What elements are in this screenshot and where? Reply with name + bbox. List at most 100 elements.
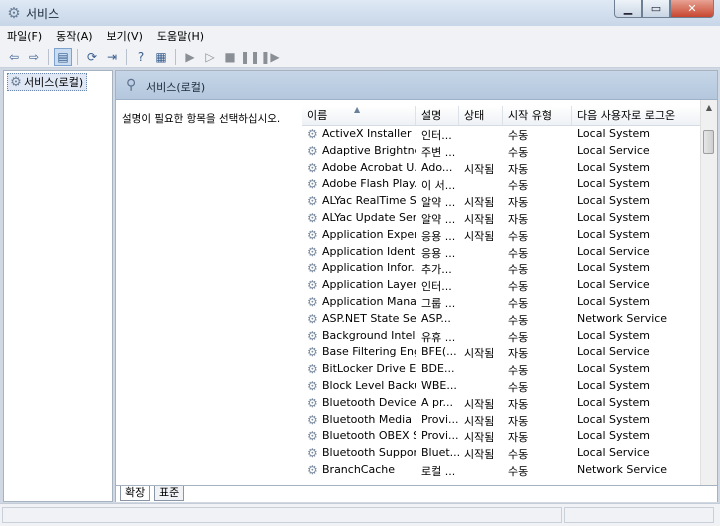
service-gear-icon: ⚙ (307, 227, 318, 242)
service-row[interactable]: ⚙ BranchCache 로컬 ... 수동 Network Service (302, 462, 702, 479)
service-name: Application Mana... (322, 294, 416, 308)
tree-item-services-local[interactable]: ⚙ 서비스(로컬) (7, 73, 88, 91)
service-row[interactable]: ⚙ Base Filtering Eng... BFE(... 시작됨 자동 Local … (302, 344, 702, 361)
scroll-up-icon[interactable]: ▲ (701, 100, 717, 116)
service-desc: 이 서... (421, 179, 456, 193)
service-row[interactable]: ⚙ BitLocker Drive E... BDE... 수동 Local Syste… (302, 361, 702, 378)
toolbar-separator (48, 48, 49, 65)
start-service-alt-button[interactable]: ▷ (201, 48, 219, 66)
service-row[interactable]: ⚙ Block Level Backu... WBE... 수동 Local Syste… (302, 378, 702, 395)
column-header-description[interactable]: 설명 (416, 106, 459, 125)
scroll-thumb[interactable] (703, 130, 714, 154)
restart-service-button[interactable]: ❚▶ (260, 48, 279, 66)
service-name: ASP.NET State Se... (322, 311, 416, 325)
service-row[interactable]: ⚙ Application Identity 응용 ... 수동 Local Servi… (302, 244, 702, 261)
service-desc: 주변 ... (421, 145, 456, 159)
service-gear-icon: ⚙ (307, 362, 318, 377)
refresh-button[interactable]: ⟳ (83, 48, 101, 66)
export-list-button[interactable]: ⇥ (103, 48, 121, 66)
service-row[interactable]: ⚙ Adobe Acrobat U... Ado... 시작됨 자동 Local Syst… (302, 160, 702, 177)
menu-file[interactable]: 파일(F) (0, 28, 49, 44)
pause-service-button[interactable]: ❚❚ (240, 48, 260, 66)
service-logon: Network Service (577, 462, 668, 476)
maximize-button[interactable]: ▭ (642, 0, 670, 18)
service-row[interactable]: ⚙ Adobe Flash Play... 이 서... 수동 Local System (302, 176, 702, 193)
services-panel: ⚲ 서비스(로컬) 설명이 필요한 항목을 선택하십시오. ▲ 이름 설명 상태… (115, 70, 718, 502)
service-row[interactable]: ⚙ Application Mana... 그룹 ... 수동 Local System (302, 294, 702, 311)
description-text: 설명이 필요한 항목을 선택하십시오. (122, 113, 281, 125)
service-name: ALYac RealTime S... (322, 194, 416, 208)
menu-help[interactable]: 도움말(H) (150, 28, 211, 44)
service-gear-icon: ⚙ (307, 244, 318, 259)
description-pane: 설명이 필요한 항목을 선택하십시오. (116, 100, 302, 485)
back-button[interactable]: ⇦ (5, 48, 23, 66)
service-row[interactable]: ⚙ ActiveX Installer (... 인터... 수동 Local Syst… (302, 126, 702, 143)
service-startup: 수동 (508, 448, 529, 462)
service-gear-icon: ⚙ (307, 177, 318, 192)
forward-button[interactable]: ⇨ (25, 48, 43, 66)
refresh-icon: ⟳ (86, 49, 98, 64)
service-gear-icon: ⚙ (307, 160, 318, 175)
service-row[interactable]: ⚙ Adaptive Brightness 주변 ... 수동 Local Servic… (302, 143, 702, 160)
close-button[interactable]: ✕ (670, 0, 714, 18)
close-icon: ✕ (687, 2, 697, 15)
vertical-scrollbar[interactable]: ▲ (700, 100, 717, 485)
column-header-log-on-as[interactable]: 다음 사용자로 로그온 (572, 106, 702, 125)
service-desc: Bluet... (421, 446, 459, 460)
tab-extended[interactable]: 확장 (120, 486, 151, 501)
service-desc: 응용 ... (421, 229, 456, 243)
service-gear-icon: ⚙ (307, 194, 318, 209)
service-name: BitLocker Drive E... (322, 362, 416, 376)
minimize-button[interactable]: ▁ (614, 0, 642, 18)
start-service-button[interactable]: ▶ (181, 48, 199, 66)
show-hide-tree-button[interactable]: ▤ (54, 47, 72, 66)
menu-action[interactable]: 동작(A) (49, 28, 99, 44)
help-button[interactable]: ? (132, 48, 150, 66)
play-icon: ▶ (185, 49, 195, 64)
menu-view[interactable]: 보기(V) (100, 28, 150, 44)
tab-standard[interactable]: 표준 (154, 486, 185, 501)
service-startup: 수동 (508, 246, 529, 260)
service-logon: Local System (577, 261, 651, 275)
service-name: Bluetooth Device ... (322, 395, 416, 409)
service-logon: Local Service (577, 278, 650, 292)
service-logon: Local Service (577, 244, 650, 258)
window-title: 서비스 (26, 7, 60, 21)
service-name: ALYac Update Ser... (322, 210, 416, 224)
services-rows: ⚙ ActiveX Installer (... 인터... 수동 Local Syst… (302, 126, 702, 479)
service-row[interactable]: ⚙ Application Layer ... 인터... 수동 Local Servi… (302, 277, 702, 294)
service-name: Application Layer ... (322, 278, 416, 292)
column-header-startup-type[interactable]: 시작 유형 (503, 106, 572, 125)
toolbar-separator (126, 48, 127, 65)
service-row[interactable]: ⚙ Bluetooth Media ... Provi... 시작됨 자동 Local S… (302, 412, 702, 429)
service-startup: 수동 (508, 263, 529, 277)
service-desc: Provi... (421, 412, 459, 426)
column-header-status[interactable]: 상태 (459, 106, 503, 125)
panel-title: 서비스(로컬) (146, 81, 206, 94)
service-logon: Local Service (577, 143, 650, 157)
properties-button[interactable]: ▦ (152, 48, 170, 66)
service-desc: 알약 ... (421, 212, 456, 226)
service-row[interactable]: ⚙ ALYac Update Ser... 알약 ... 시작됨 자동 Local Sys… (302, 210, 702, 227)
service-startup: 수동 (508, 464, 529, 478)
service-row[interactable]: ⚙ Bluetooth Device ... A pr... 시작됨 자동 Local S… (302, 395, 702, 412)
service-row[interactable]: ⚙ ALYac RealTime S... 알약 ... 시작됨 자동 Local Sys… (302, 193, 702, 210)
service-logon: Local System (577, 412, 651, 426)
service-name: Bluetooth Media ... (322, 412, 416, 426)
service-row[interactable]: ⚙ ASP.NET State Se... ASP... 수동 Network Serv… (302, 311, 702, 328)
service-startup: 수동 (508, 313, 529, 327)
service-row[interactable]: ⚙ Background Intelli... 유휴 ... 수동 Local Syst… (302, 328, 702, 345)
service-name: Adaptive Brightness (322, 143, 416, 157)
service-gear-icon: ⚙ (307, 378, 318, 393)
service-status: 시작됨 (464, 347, 495, 361)
stop-service-button[interactable]: ■ (221, 48, 239, 66)
service-logon: Local System (577, 210, 651, 224)
service-row[interactable]: ⚙ Bluetooth Suppor... Bluet... 시작됨 수동 Local S… (302, 445, 702, 462)
help-icon: ? (137, 49, 145, 64)
service-row[interactable]: ⚙ Application Infor... 추가... 수동 Local System (302, 260, 702, 277)
column-header-name[interactable]: ▲ 이름 (302, 105, 416, 125)
service-row[interactable]: ⚙ Bluetooth OBEX S... Provi... 시작됨 자동 Local S… (302, 428, 702, 445)
service-row[interactable]: ⚙ Application Experi... 응용 ... 시작됨 수동 Local S… (302, 227, 702, 244)
service-desc: BFE(... (421, 345, 457, 359)
view-tabs: 확장 표준 (116, 485, 717, 502)
